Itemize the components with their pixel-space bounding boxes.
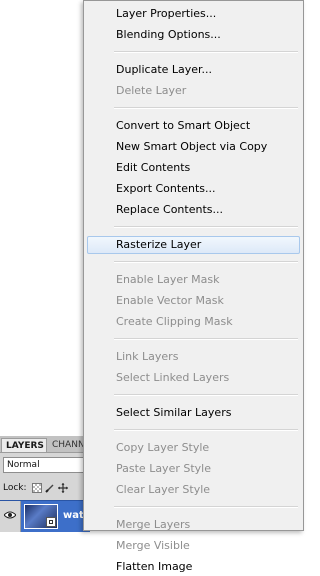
- menu-separator: [114, 226, 298, 228]
- menu-item-merge-visible: Merge Visible: [116, 539, 190, 552]
- lock-label: Lock:: [3, 483, 27, 493]
- menu-item-link-layers: Link Layers: [116, 350, 179, 363]
- layers-panel: LAYERS CHANNELS Normal Lock: wat: [0, 436, 90, 532]
- lock-pixels-brush-icon[interactable]: [44, 483, 55, 493]
- menu-separator: [114, 107, 298, 109]
- menu-item-enable-vector-mask: Enable Vector Mask: [116, 294, 224, 307]
- layer-name[interactable]: wat: [63, 510, 84, 521]
- menu-separator: [114, 394, 298, 396]
- tab-layers[interactable]: LAYERS: [1, 438, 47, 452]
- menu-item-convert-to-smart-object[interactable]: Convert to Smart Object: [87, 117, 300, 135]
- menu-item-rasterize-layer[interactable]: Rasterize Layer: [87, 236, 300, 254]
- menu-item-create-clipping-mask: Create Clipping Mask: [116, 315, 233, 328]
- tab-channels[interactable]: CHANNELS: [48, 438, 88, 452]
- lock-transparency-icon[interactable]: [31, 483, 42, 493]
- menu-item-select-similar-layers[interactable]: Select Similar Layers: [87, 404, 300, 422]
- menu-separator: [114, 261, 298, 263]
- menu-item-delete-layer: Delete Layer: [116, 84, 187, 97]
- visibility-toggle[interactable]: [0, 501, 21, 532]
- menu-item-enable-layer-mask: Enable Layer Mask: [116, 273, 220, 286]
- menu-item-paste-layer-style: Paste Layer Style: [116, 462, 211, 475]
- layer-row-selected[interactable]: wat: [0, 500, 90, 532]
- menu-item-blending-options[interactable]: Blending Options...: [87, 26, 300, 44]
- blend-mode-select[interactable]: Normal: [3, 457, 87, 473]
- lock-position-move-icon[interactable]: [57, 483, 68, 493]
- menu-item-replace-contents[interactable]: Replace Contents...: [87, 201, 300, 219]
- menu-item-clear-layer-style: Clear Layer Style: [116, 483, 211, 496]
- menu-separator: [114, 338, 298, 340]
- layer-context-menu: Layer Properties... Blending Options... Du…: [83, 0, 304, 573]
- menu-item-flatten-image[interactable]: Flatten Image: [87, 558, 300, 576]
- layer-thumbnail[interactable]: [24, 504, 58, 529]
- menu-item-export-contents[interactable]: Export Contents...: [87, 180, 300, 198]
- lock-row: Lock:: [3, 481, 68, 495]
- menu-separator: [114, 51, 298, 53]
- eye-icon: [4, 511, 16, 519]
- menu-item-duplicate-layer[interactable]: Duplicate Layer...: [87, 61, 300, 79]
- smart-object-icon: [46, 517, 56, 527]
- menu-item-select-linked-layers: Select Linked Layers: [116, 371, 230, 384]
- menu-item-edit-contents[interactable]: Edit Contents: [87, 159, 300, 177]
- menu-item-copy-layer-style: Copy Layer Style: [116, 441, 210, 454]
- menu-item-new-smart-object-via-copy[interactable]: New Smart Object via Copy: [87, 138, 300, 156]
- menu-separator: [114, 429, 298, 431]
- menu-separator: [114, 506, 298, 508]
- menu-item-merge-layers: Merge Layers: [116, 518, 191, 531]
- panel-tab-bar: LAYERS CHANNELS: [0, 436, 90, 453]
- menu-item-layer-properties[interactable]: Layer Properties...: [87, 5, 300, 23]
